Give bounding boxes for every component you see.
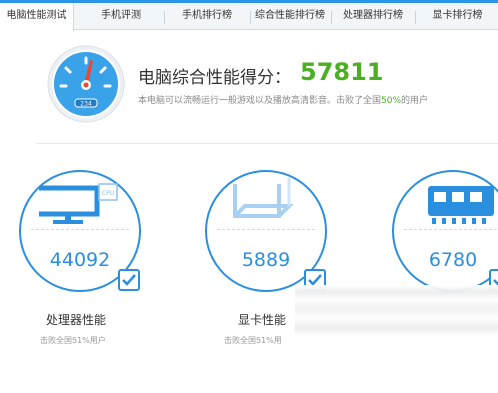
overall-score: 57811 — [300, 58, 384, 86]
tab-separator — [331, 11, 332, 24]
tab-gpu-ranking[interactable]: 显卡排行榜 — [417, 3, 498, 30]
gauge-readout: 234 — [80, 101, 92, 108]
circle-dashed-divider — [404, 229, 498, 230]
tab-phone-ranking[interactable]: 手机排行榜 — [166, 3, 248, 30]
gpu-performance-label: 显卡性能 — [238, 313, 287, 327]
speedometer-icon: 234 — [47, 45, 125, 123]
svg-text:CPU: CPU — [102, 190, 114, 197]
tab-separator — [250, 11, 251, 24]
cpu-checkbox[interactable] — [118, 269, 140, 291]
monitor-cpu-icon: CPU — [39, 183, 118, 224]
memory-score: 6780 — [428, 249, 478, 271]
memory-chip-icon — [428, 186, 494, 224]
circle-dashed-divider — [217, 229, 315, 230]
beat-percent: 50% — [381, 96, 402, 106]
blurred-overlay — [295, 285, 498, 345]
tab-pc-performance-test[interactable]: 电脑性能测试 — [0, 3, 74, 31]
circle-dashed-divider — [31, 229, 129, 230]
cpu-performance-label: 处理器性能 — [46, 313, 107, 327]
section-divider — [36, 143, 498, 144]
tab-overall-ranking[interactable]: 综合性能排行榜 — [252, 3, 328, 30]
memory-score-circle: 6780 — [392, 170, 498, 292]
cpu-beat-text: 击败全国51%用户 — [40, 336, 106, 345]
tab-separator — [415, 11, 416, 24]
graphics-card-icon — [233, 178, 294, 218]
cpu-score: 44092 — [49, 249, 111, 271]
tab-separator — [164, 11, 165, 24]
tab-phone-review[interactable]: 手机评测 — [80, 3, 162, 30]
tab-cpu-ranking[interactable]: 处理器排行榜 — [333, 3, 413, 30]
tab-bar: 电脑性能测试 手机评测 手机排行榜 综合性能排行榜 处理器排行榜 显卡排行榜 — [0, 3, 498, 31]
score-title: 电脑综合性能得分： — [138, 68, 291, 88]
score-description: 本电脑可以流畅运行一般游戏以及播放高清影音。击败了全国50%的用户 — [138, 96, 429, 106]
check-icon — [122, 274, 136, 286]
gpu-beat-text: 击败全国51%用 — [224, 336, 282, 345]
gpu-score: 5889 — [241, 249, 291, 271]
